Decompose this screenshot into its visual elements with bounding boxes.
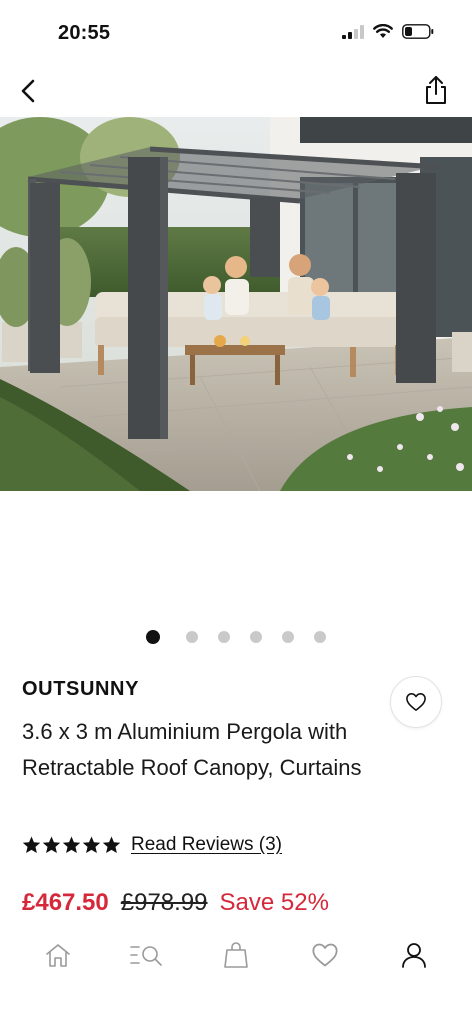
wifi-icon (373, 23, 393, 44)
carousel-dot[interactable] (314, 631, 326, 643)
tab-wishlist[interactable] (303, 933, 347, 977)
star-icon (22, 836, 41, 854)
price-row: £467.50 £978.99 Save 52% (22, 889, 329, 917)
carousel-dot[interactable] (282, 631, 294, 643)
carousel-dot[interactable] (218, 631, 230, 643)
share-button[interactable] (418, 70, 454, 110)
discount-label: Save 52% (219, 889, 329, 916)
home-icon (46, 944, 71, 967)
product-image[interactable] (0, 117, 472, 491)
tab-home[interactable] (36, 933, 80, 977)
star-icon (42, 836, 61, 854)
star-icon (62, 836, 81, 854)
share-icon (426, 76, 446, 104)
search-menu-icon (130, 946, 162, 966)
rating-row: Read Reviews (3) (22, 834, 282, 856)
tab-browse[interactable] (125, 933, 169, 977)
status-icons (342, 23, 434, 44)
status-time: 20:55 (58, 22, 111, 44)
tab-bag[interactable] (214, 933, 258, 977)
image-carousel-indicator (0, 630, 472, 644)
cellular-signal-icon (342, 24, 364, 44)
nav-bar (0, 68, 472, 116)
star-icon (102, 836, 121, 854)
chevron-left-icon (21, 79, 35, 103)
bottom-tab-bar (0, 932, 472, 978)
carousel-dot[interactable] (146, 630, 160, 644)
heart-icon (312, 943, 338, 967)
battery-icon (402, 24, 434, 44)
sale-price: £467.50 (22, 889, 109, 916)
star-icon (82, 836, 101, 854)
heart-icon (406, 693, 426, 711)
tab-account[interactable] (392, 933, 436, 977)
product-title: 3.6 x 3 m Aluminium Pergola with Retract… (22, 719, 362, 780)
product-brand[interactable]: OUTSUNNY (22, 678, 139, 701)
account-icon (401, 943, 426, 968)
original-price: £978.99 (120, 889, 208, 916)
read-reviews-link[interactable]: Read Reviews (3) (131, 834, 282, 856)
carousel-dot[interactable] (186, 631, 198, 643)
status-bar: 20:55 (0, 0, 472, 68)
star-rating (22, 836, 121, 854)
wishlist-button[interactable] (390, 676, 442, 728)
back-button[interactable] (10, 72, 46, 110)
carousel-dot[interactable] (250, 631, 262, 643)
bag-icon (224, 942, 248, 968)
